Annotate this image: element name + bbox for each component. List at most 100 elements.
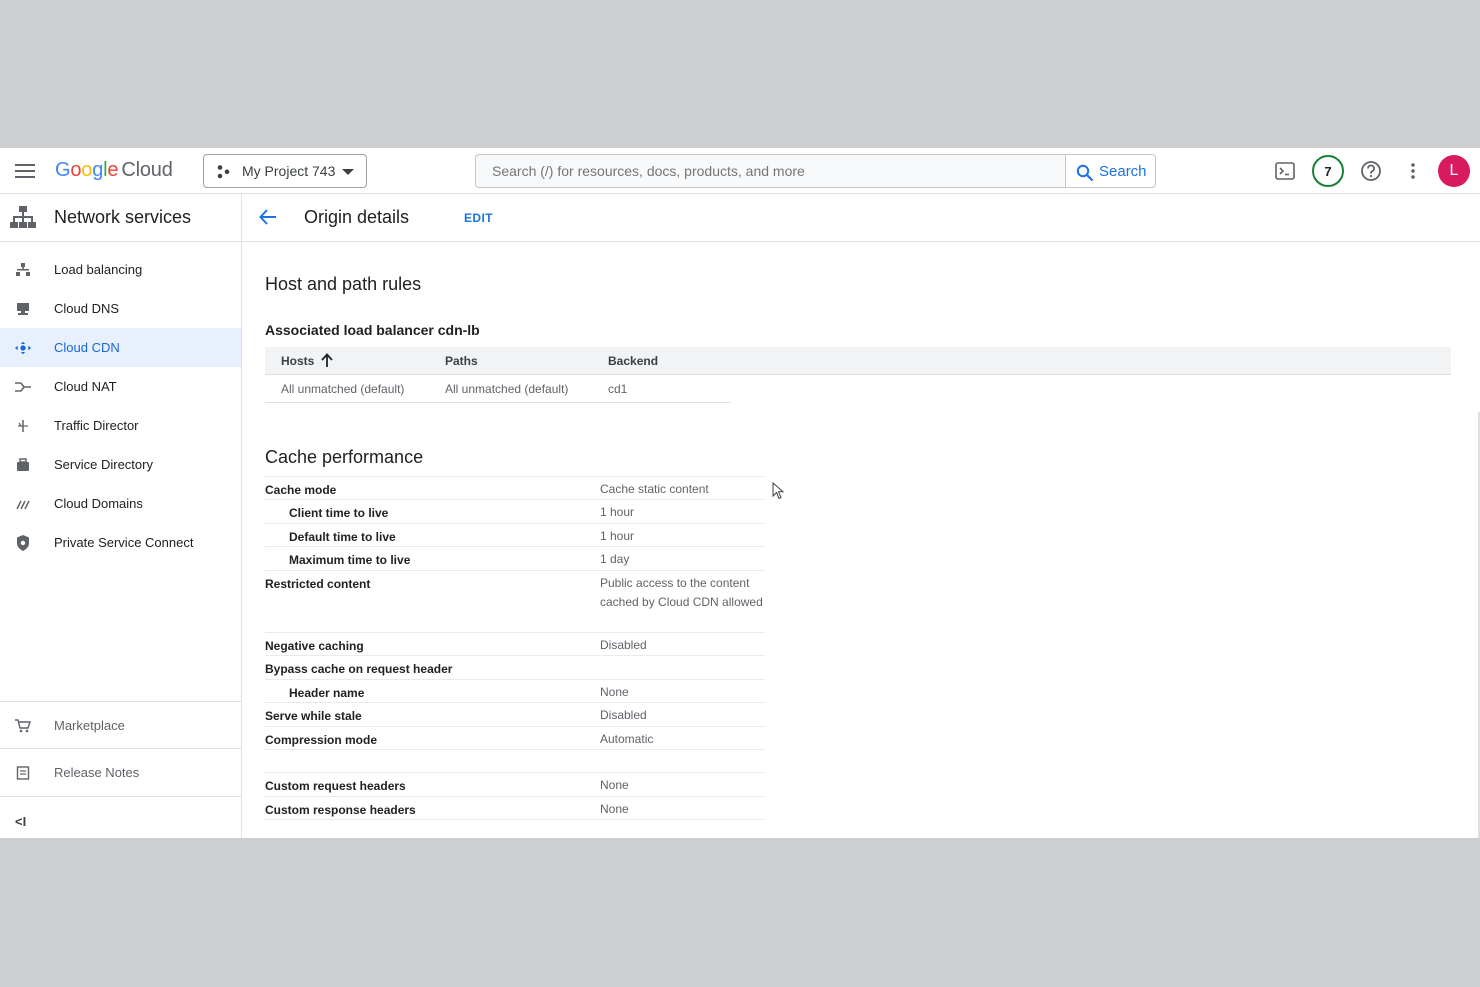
sidebar-divider xyxy=(0,748,241,749)
cache-property-row: Default time to live 1 hour xyxy=(265,524,765,548)
app-window: GoogleCloud My Project 743 Search 7 L xyxy=(0,148,1480,838)
load-balancer-label: Associated load balancer cdn-lb xyxy=(265,322,480,338)
page-header: Origin details EDIT xyxy=(242,194,1480,242)
service-directory-icon xyxy=(15,457,31,473)
cache-property-row: Serve while stale Disabled xyxy=(265,703,765,727)
sidebar-item-cloud-dns[interactable]: Cloud DNS xyxy=(0,289,241,328)
cloud-shell-icon[interactable] xyxy=(1270,156,1300,186)
table-header: Hosts Paths Backend xyxy=(265,347,1451,375)
cache-property-row: Cache mode Cache static content xyxy=(265,477,765,501)
sidebar-header: Network services xyxy=(0,194,241,242)
property-value: Disabled xyxy=(600,708,647,723)
edit-button[interactable]: EDIT xyxy=(464,211,493,225)
property-key: Maximum time to live xyxy=(289,553,411,568)
sidebar-item-private-service-connect[interactable]: Private Service Connect xyxy=(0,523,241,562)
menu-icon[interactable] xyxy=(15,163,35,179)
project-icon xyxy=(217,165,230,179)
shield-icon xyxy=(15,535,31,551)
sidebar-item-cloud-nat[interactable]: Cloud NAT xyxy=(0,367,241,406)
sidebar-item-label: Traffic Director xyxy=(54,418,139,433)
main-content: Origin details EDIT Host and path rules … xyxy=(242,194,1480,838)
property-key: Custom response headers xyxy=(265,802,416,817)
sidebar-item-release-notes[interactable]: Release Notes xyxy=(0,753,241,792)
more-vert-icon[interactable] xyxy=(1398,156,1428,186)
avatar[interactable]: L xyxy=(1438,155,1470,187)
cloud-nat-icon xyxy=(15,379,31,395)
column-header-paths: Paths xyxy=(445,354,478,368)
property-value: 1 day xyxy=(600,552,630,567)
property-key: Cache mode xyxy=(265,483,337,497)
help-icon[interactable] xyxy=(1356,156,1386,186)
cell-host: All unmatched (default) xyxy=(281,382,405,396)
sidebar-item-label: Private Service Connect xyxy=(54,535,194,550)
property-key: Bypass cache on request header xyxy=(265,662,453,677)
sidebar-divider xyxy=(0,796,241,797)
sidebar-item-marketplace[interactable]: Marketplace xyxy=(0,706,241,745)
cell-path: All unmatched (default) xyxy=(445,382,569,396)
cache-property-row xyxy=(265,750,765,774)
property-value: None xyxy=(600,801,629,816)
search-button[interactable]: Search xyxy=(1065,154,1156,188)
cloud-dns-icon xyxy=(15,301,31,317)
cache-performance-heading: Cache performance xyxy=(265,447,424,467)
cache-property-row: Bypass cache on request header xyxy=(265,656,765,680)
sidebar-item-label: Cloud Domains xyxy=(54,496,143,511)
sidebar-item-traffic-director[interactable]: Traffic Director xyxy=(0,406,241,445)
mouse-cursor-icon xyxy=(772,482,784,500)
notes-icon xyxy=(15,765,31,781)
sidebar-item-cloud-cdn[interactable]: Cloud CDN xyxy=(0,328,241,367)
cache-property-row: Client time to live 1 hour xyxy=(265,500,765,524)
property-key: Custom request headers xyxy=(265,779,406,794)
property-value: Disabled xyxy=(600,638,647,652)
sidebar-item-label: Cloud DNS xyxy=(54,301,120,316)
column-header-backend: Backend xyxy=(608,354,659,368)
sidebar-item-label: Service Directory xyxy=(54,457,153,472)
host-path-rules-heading: Host and path rules xyxy=(265,274,422,294)
property-key: Serve while stale xyxy=(265,709,362,724)
sidebar-item-label: Cloud NAT xyxy=(54,379,117,394)
back-arrow-icon[interactable] xyxy=(258,207,278,232)
property-value: 1 hour xyxy=(600,528,635,543)
network-services-icon xyxy=(10,206,36,228)
search-icon xyxy=(1076,164,1094,182)
sidebar-item-label: Cloud CDN xyxy=(54,340,120,355)
sidebar-item-load-balancing[interactable]: Load balancing xyxy=(0,250,241,289)
chevron-down-icon xyxy=(342,169,354,175)
property-value: 1 hour xyxy=(600,505,635,520)
top-bar: GoogleCloud My Project 743 Search 7 L xyxy=(0,148,1480,194)
property-value: Public access to the content cached by C… xyxy=(600,575,763,610)
cache-property-row: Custom request headers None xyxy=(265,773,765,797)
cache-property-row: Maximum time to live 1 day xyxy=(265,547,765,571)
project-selector[interactable]: My Project 743 xyxy=(203,154,367,188)
property-key: Negative caching xyxy=(265,639,364,653)
load-balancing-icon xyxy=(15,262,31,278)
column-header-hosts[interactable]: Hosts xyxy=(281,354,314,368)
sidebar-item-cloud-domains[interactable]: Cloud Domains xyxy=(0,484,241,523)
sort-arrow-up-icon[interactable] xyxy=(321,353,333,367)
cache-property-row: Negative caching Disabled xyxy=(265,633,765,657)
table-row: All unmatched (default) All unmatched (d… xyxy=(265,375,731,403)
property-key: Compression mode xyxy=(265,732,378,747)
search-input[interactable] xyxy=(475,154,1065,188)
project-name: My Project 743 xyxy=(242,163,336,179)
sidebar-title: Network services xyxy=(54,207,192,227)
search-button-label: Search xyxy=(1099,163,1147,180)
property-value: Automatic xyxy=(600,731,654,746)
sidebar-item-service-directory[interactable]: Service Directory xyxy=(0,445,241,484)
sidebar-item-label: Marketplace xyxy=(54,718,125,733)
cloud-domains-icon xyxy=(15,496,31,512)
cloud-cdn-icon xyxy=(15,340,31,356)
google-cloud-logo[interactable]: Google Cloud xyxy=(55,159,173,182)
traffic-director-icon xyxy=(15,418,31,434)
property-key: Client time to live xyxy=(289,506,389,521)
cache-property-row: Custom response headers None xyxy=(265,797,765,821)
collapse-sidebar-button[interactable]: <I xyxy=(15,814,26,829)
page-title: Origin details xyxy=(304,207,410,227)
property-key: Header name xyxy=(289,685,365,700)
property-value: None xyxy=(600,778,629,793)
cart-icon xyxy=(15,718,31,734)
sidebar-item-label: Load balancing xyxy=(54,262,143,277)
notifications-badge[interactable]: 7 xyxy=(1312,155,1344,187)
property-value: None xyxy=(600,684,629,699)
cache-property-row: Header name None xyxy=(265,680,765,704)
